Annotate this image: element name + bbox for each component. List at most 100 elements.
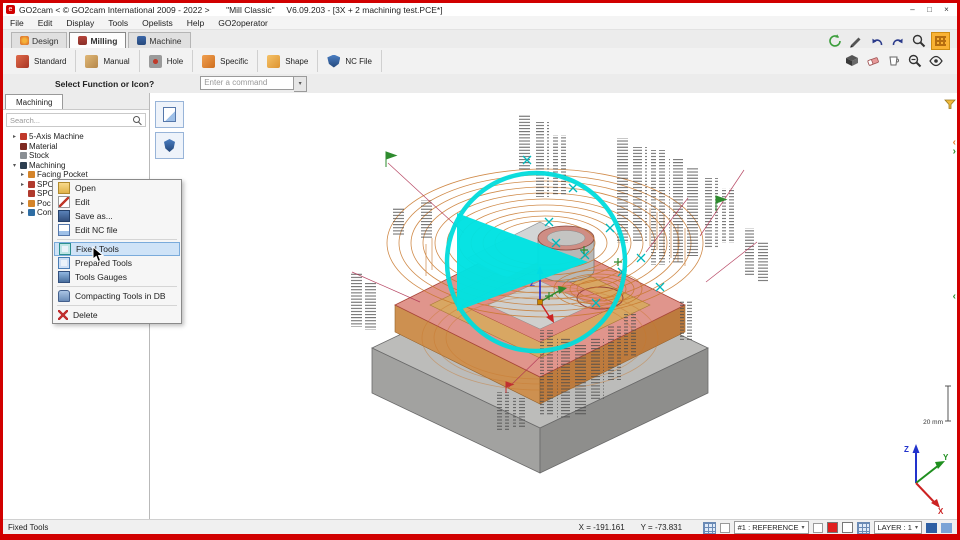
ribbon-label-hole: Hole	[167, 57, 183, 66]
ribbon-group-manual[interactable]: Manual	[76, 50, 139, 72]
delete-x-icon	[58, 310, 68, 320]
visibility-eye-icon[interactable]	[927, 53, 944, 69]
context-menu-item-open[interactable]: Open	[54, 181, 180, 195]
expander-icon[interactable]: ▸	[19, 171, 26, 178]
document-icon	[163, 107, 176, 122]
menu-file[interactable]: File	[3, 18, 31, 28]
machine-icon	[137, 36, 146, 45]
ribbon-label-shape: Shape	[285, 57, 308, 66]
close-button[interactable]: ×	[938, 4, 955, 15]
tree-item-stock[interactable]: Stock	[3, 151, 149, 161]
layer-grid-icon[interactable]	[857, 522, 870, 534]
toolpath-list-toggle[interactable]	[931, 32, 950, 50]
tab-milling[interactable]: Milling	[69, 32, 126, 48]
chevron-left-icon[interactable]: ‹	[953, 292, 956, 301]
snap-grid-icon[interactable]	[703, 522, 716, 534]
viewport-3d-scene[interactable]: Z 20 mm Z Y X	[149, 93, 957, 519]
expander-icon[interactable]: ▸	[11, 133, 18, 140]
search-input[interactable]	[10, 115, 133, 125]
standard-cycles-icon	[16, 55, 29, 68]
menu-item-label: Tools Gauges	[75, 272, 127, 282]
tree-item-material[interactable]: Material	[3, 142, 149, 152]
color-checkbox[interactable]	[813, 523, 823, 533]
reference-checkbox[interactable]	[720, 523, 730, 533]
annotate-icon[interactable]	[847, 33, 864, 49]
maximize-button[interactable]: □	[921, 4, 938, 15]
reference-selector[interactable]: #1 : REFERENCE ▾	[734, 521, 809, 534]
menu-separator	[57, 239, 177, 240]
tree-item-machining[interactable]: ▾ Machining	[3, 161, 149, 171]
operation-icon	[28, 200, 35, 207]
tree-search-box[interactable]	[6, 113, 146, 127]
context-menu-item-tools-gauges[interactable]: Tools Gauges	[54, 270, 180, 284]
menu-help[interactable]: Help	[180, 18, 211, 28]
command-dropdown-icon[interactable]: ▾	[294, 76, 307, 92]
status-view-icon[interactable]	[941, 523, 952, 533]
design-icon	[20, 36, 29, 45]
view-axis-triad: Z Y X	[904, 444, 949, 516]
expander-icon[interactable]: ▸	[19, 209, 26, 216]
status-tool-icon[interactable]	[926, 523, 937, 533]
context-menu-item-edit[interactable]: Edit	[54, 195, 180, 209]
expander-icon[interactable]: ▾	[11, 162, 18, 169]
undo-icon[interactable]	[868, 33, 885, 49]
zoom-out-icon[interactable]	[906, 53, 923, 69]
fixed-tools-icon	[59, 243, 71, 255]
menu-go2operator[interactable]: GO2operator	[211, 18, 275, 28]
ribbon-group-ncfile[interactable]: NC File	[318, 50, 382, 72]
filter-button[interactable]	[944, 98, 956, 110]
eraser-icon[interactable]	[864, 53, 881, 69]
menu-opelists[interactable]: Opelists	[135, 18, 180, 28]
current-color-swatch[interactable]	[827, 522, 838, 533]
ribbon-group-standard[interactable]: Standard	[7, 50, 76, 72]
tab-design[interactable]: Design	[11, 32, 67, 48]
menu-item-label: Edit	[75, 197, 90, 207]
command-input[interactable]	[200, 76, 294, 90]
expander-icon[interactable]: ▸	[19, 181, 26, 188]
ribbon-group-specific[interactable]: Specific	[193, 50, 258, 72]
context-menu-item-compacting-tools[interactable]: Compacting Tools in DB	[54, 289, 180, 303]
ribbon-label-manual: Manual	[103, 57, 129, 66]
context-menu-item-save-as[interactable]: Save as...	[54, 209, 180, 223]
cursor-x-coordinate: X = -191.161	[579, 523, 637, 532]
ribbon-group-shape[interactable]: Shape	[258, 50, 318, 72]
context-menu-item-fixed-tools[interactable]: Fixed Tools	[54, 242, 180, 256]
nc-shield-button[interactable]	[155, 132, 184, 159]
rotate-view-icon[interactable]	[826, 33, 843, 49]
layer-selector[interactable]: LAYER : 1 ▾	[874, 521, 922, 534]
operation-icon	[28, 209, 35, 216]
context-menu-item-edit-nc-file[interactable]: Edit NC file	[54, 223, 180, 237]
panel-header: Machining	[3, 93, 149, 110]
prepared-tools-icon	[58, 257, 70, 269]
menu-item-label: Save as...	[75, 211, 113, 221]
ribbon-group-hole[interactable]: Hole	[140, 50, 193, 72]
facing-pocket-icon	[28, 171, 35, 178]
tab-machining-panel[interactable]: Machining	[5, 94, 63, 109]
menu-item-label: Compacting Tools in DB	[75, 291, 166, 301]
machine-node-icon	[20, 133, 27, 140]
command-combo[interactable]: ▾	[200, 76, 307, 92]
context-menu-item-delete[interactable]: Delete	[54, 308, 180, 322]
collision-cup-icon[interactable]	[885, 53, 902, 69]
view-doc-button[interactable]	[155, 101, 184, 128]
ribbon-label-specific: Specific	[220, 57, 248, 66]
zoom-icon[interactable]	[910, 33, 927, 49]
shape-cycles-icon	[267, 55, 280, 68]
redo-icon[interactable]	[889, 33, 906, 49]
chevron-right-icon[interactable]: ›	[953, 147, 956, 156]
scale-indicator: 20 mm	[923, 386, 951, 426]
panel-expand-control: ‹	[953, 292, 956, 301]
cursor-y-coordinate: Y = -73.831	[641, 523, 699, 532]
secondary-color-swatch[interactable]	[842, 522, 853, 533]
menu-edit[interactable]: Edit	[31, 18, 60, 28]
context-menu-item-prepared-tools[interactable]: Prepared Tools	[54, 256, 180, 270]
save-disk-icon	[58, 210, 70, 222]
menu-display[interactable]: Display	[59, 18, 101, 28]
menu-tools[interactable]: Tools	[101, 18, 135, 28]
minimize-button[interactable]: –	[904, 4, 921, 15]
panel-collapse-controls: ‹ ›	[953, 138, 956, 156]
tree-item-5-axis-machine[interactable]: ▸ 5-Axis Machine	[3, 132, 149, 142]
simulation-icon[interactable]	[843, 53, 860, 69]
expander-icon[interactable]: ▸	[19, 200, 26, 207]
tab-machine[interactable]: Machine	[128, 32, 190, 48]
